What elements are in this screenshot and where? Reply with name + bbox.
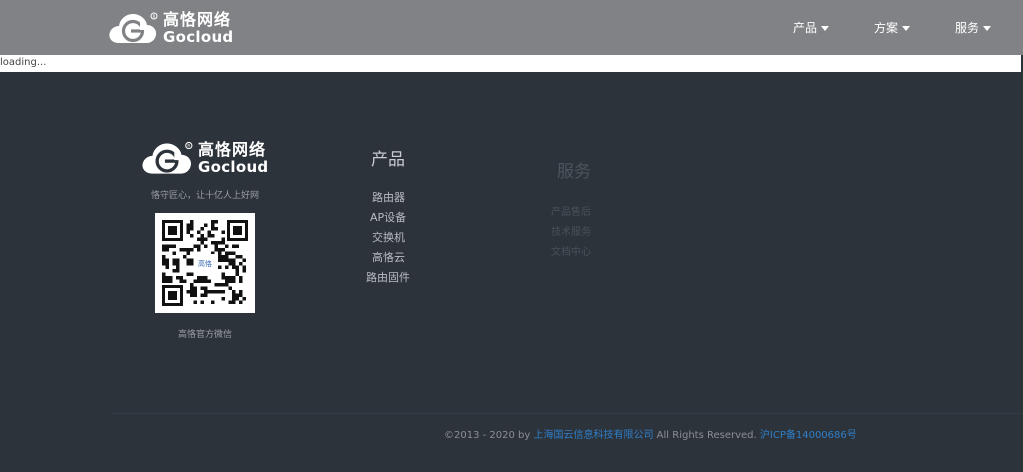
top-navbar: R 高恪网络 Gocloud 产品 方案 服务 xyxy=(0,0,1023,55)
footer-link-ap[interactable]: AP设备 xyxy=(370,209,406,225)
caret-down-icon xyxy=(983,25,992,31)
footer-link-tech-service[interactable]: 技术服务 xyxy=(551,223,591,238)
svg-text:R: R xyxy=(187,144,190,149)
copyright-line: ©2013 - 2020 by 上海国云信息科技有限公司 All Rights … xyxy=(444,426,857,441)
company-link[interactable]: 上海国云信息科技有限公司 xyxy=(534,430,654,441)
nav-solutions-label: 方案 xyxy=(874,21,899,35)
company-slogan: 恪守匠心，让十亿人上好网 xyxy=(150,191,259,201)
logo-chinese-name: 高恪网络 xyxy=(163,9,232,29)
caret-down-icon xyxy=(902,25,911,31)
qr-code-image: 高恪 xyxy=(155,213,255,313)
qr-caption: 高恪官方微信 xyxy=(177,330,232,340)
nav-solutions[interactable]: 方案 xyxy=(874,0,911,55)
nav-products[interactable]: 产品 xyxy=(793,0,830,55)
footer-link-switch[interactable]: 交换机 xyxy=(372,229,405,245)
copyright-middle: All Rights Reserved. xyxy=(653,430,760,441)
caret-down-icon xyxy=(821,25,830,31)
nav-services[interactable]: 服务 xyxy=(955,0,992,55)
copyright-prefix: ©2013 - 2020 by xyxy=(444,430,534,441)
nav-products-label: 产品 xyxy=(793,21,818,35)
footer-logo-chinese-name: 高恪网络 xyxy=(198,139,267,159)
logo-english-name: Gocloud xyxy=(163,27,234,46)
nav-services-label: 服务 xyxy=(955,21,980,35)
wechat-qr-code: 高恪 xyxy=(155,213,255,313)
footer-logo-english-name: Gocloud xyxy=(198,157,269,176)
footer-link-firmware[interactable]: 路由固件 xyxy=(366,269,410,285)
qr-center-label: 高恪 xyxy=(198,259,212,268)
gocloud-logo-icon: R xyxy=(142,141,193,174)
loading-text: loading... xyxy=(0,57,47,68)
gocloud-logo-icon: R xyxy=(109,12,158,43)
footer-link-after-sales[interactable]: 产品售后 xyxy=(551,203,591,218)
footer-link-router[interactable]: 路由器 xyxy=(372,189,405,205)
footer-divider xyxy=(112,413,1023,414)
footer-services-title: 服务 xyxy=(557,162,591,182)
svg-text:R: R xyxy=(153,14,156,19)
footer-logo: R 高恪网络 Gocloud xyxy=(140,139,268,177)
loading-bar: loading... xyxy=(0,55,1023,72)
footer-link-docs[interactable]: 文档中心 xyxy=(551,243,591,258)
icp-link[interactable]: 沪ICP备14000686号 xyxy=(760,430,857,441)
header-logo[interactable]: R 高恪网络 Gocloud xyxy=(107,10,233,46)
footer-products-title: 产品 xyxy=(371,150,405,170)
footer-link-gocloud[interactable]: 高恪云 xyxy=(372,249,405,265)
